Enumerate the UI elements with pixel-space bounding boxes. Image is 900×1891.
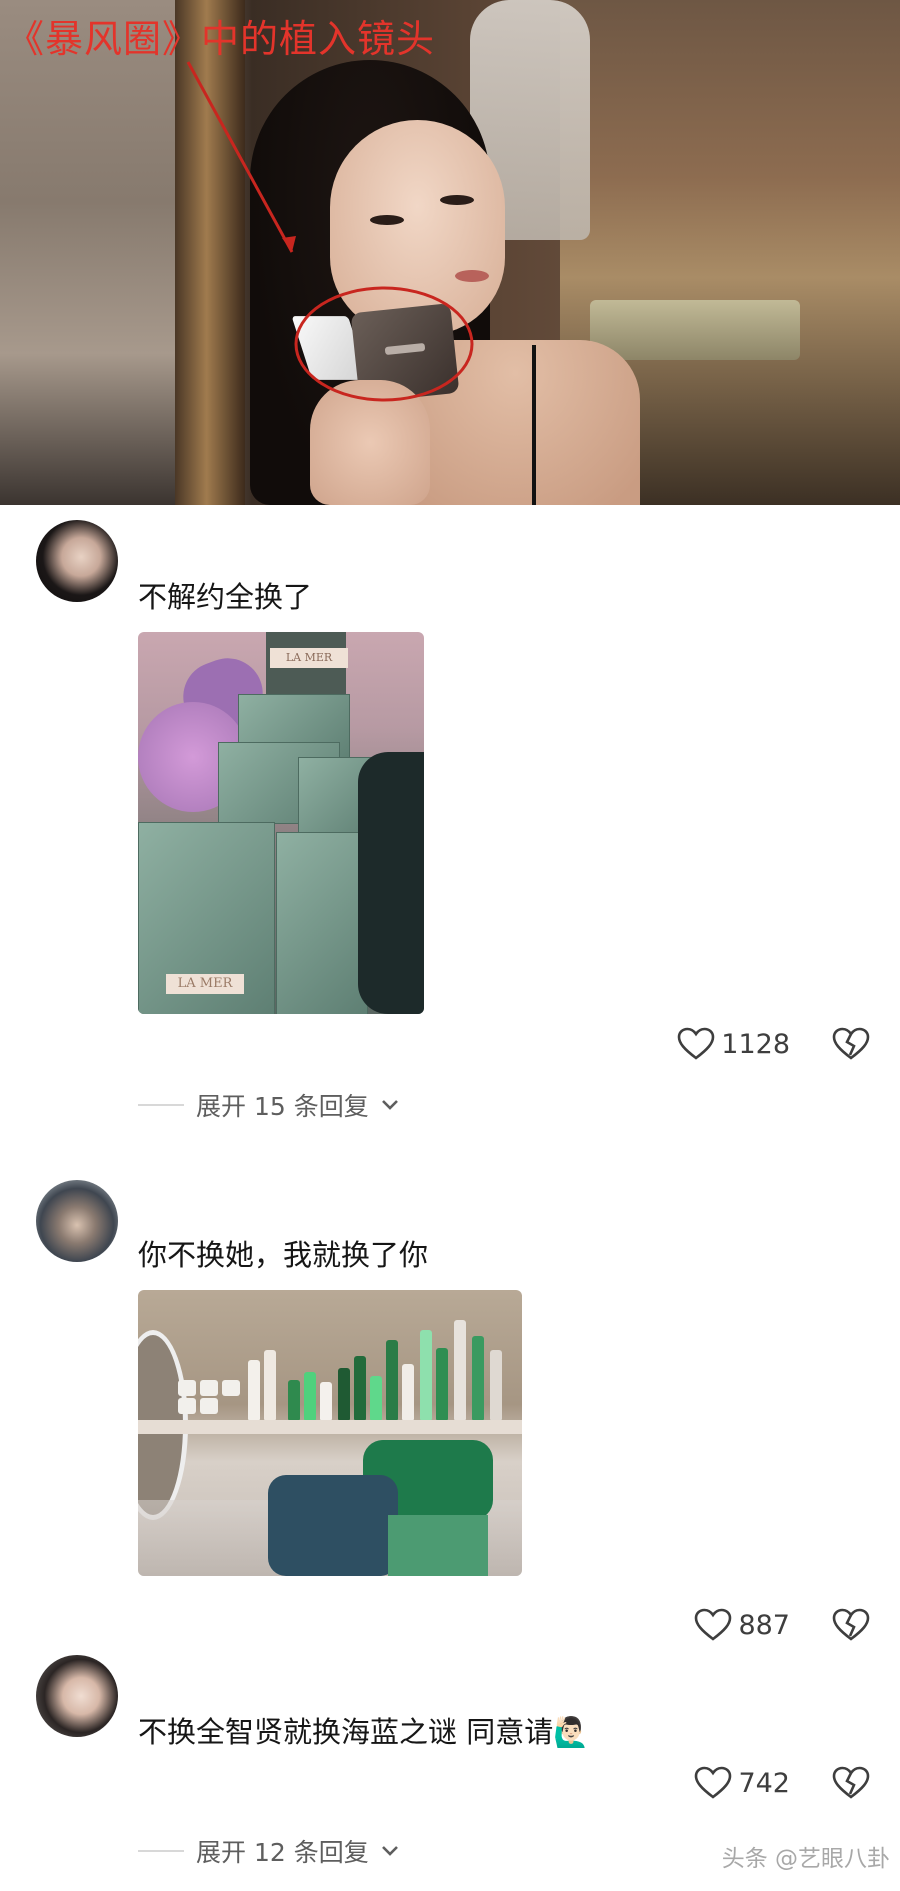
photo-jar — [200, 1380, 218, 1396]
annotation-overlay — [186, 61, 474, 402]
photo-shelf — [138, 1420, 522, 1434]
comment-item: 你不换她，我就换了你 887 — [0, 1180, 900, 1641]
photo-bottle — [264, 1350, 276, 1420]
photo-bottle — [370, 1376, 382, 1420]
photo-jar — [200, 1398, 218, 1414]
broken-heart-icon[interactable] — [832, 1027, 870, 1061]
photo-bottle — [454, 1320, 466, 1420]
photo-jar — [222, 1380, 240, 1396]
heart-outline-icon — [694, 1766, 732, 1800]
photo-bottle — [338, 1368, 350, 1420]
photo-jar — [178, 1380, 196, 1396]
avatar[interactable] — [36, 520, 118, 602]
avatar[interactable] — [36, 1180, 118, 1262]
avatar[interactable] — [36, 1655, 118, 1737]
photo-jar — [178, 1398, 196, 1414]
photo-bag — [358, 752, 424, 1014]
photo-green-box — [388, 1515, 488, 1576]
expand-replies-label: 展开 12 条回复 — [196, 1838, 369, 1867]
like-button[interactable]: 742 — [694, 1766, 790, 1800]
comment-actions: 1128 — [677, 1022, 870, 1066]
annotation-circle — [294, 286, 474, 402]
like-button[interactable]: 1128 — [677, 1027, 790, 1061]
photo-bottle — [402, 1364, 414, 1420]
comment-item: 不解约全换了 LA MER LA MER 1128 展开 15 条回复 — [0, 520, 900, 1140]
expand-replies[interactable]: 展开 12 条回复 — [138, 1833, 399, 1869]
comment-text: 不解约全换了 — [138, 580, 313, 614]
expand-replies[interactable]: 展开 15 条回复 — [138, 1087, 399, 1123]
comment-actions: 742 — [694, 1761, 870, 1805]
like-count: 742 — [738, 1767, 790, 1799]
broken-heart-icon[interactable] — [832, 1608, 870, 1642]
divider-line — [138, 1104, 184, 1106]
photo-bottle — [472, 1336, 484, 1420]
heart-outline-icon — [694, 1608, 732, 1642]
comment-photo[interactable]: LA MER LA MER — [138, 632, 424, 1014]
annotation-arrow — [186, 61, 294, 253]
photo-bottle — [320, 1382, 332, 1420]
watermark: 头条 @艺眼八卦 — [721, 1846, 890, 1872]
like-count: 1128 — [721, 1028, 790, 1060]
photo-bottle — [304, 1372, 316, 1420]
photo-bottle — [354, 1356, 366, 1420]
chevron-down-icon — [381, 1099, 399, 1111]
comment-text: 你不换她，我就换了你 — [138, 1238, 429, 1272]
photo-box — [276, 832, 368, 1014]
video-frame[interactable]: 《暴风圈》中的植入镜头 — [0, 0, 900, 505]
comment-text: 不换全智贤就换海蓝之谜 同意请🙋🏻‍♂️ — [138, 1715, 590, 1749]
photo-bottle — [490, 1350, 502, 1420]
broken-heart-icon[interactable] — [832, 1766, 870, 1800]
photo-box-label: LA MER — [166, 974, 244, 994]
photo-blue-bag — [268, 1475, 398, 1576]
expand-replies-label: 展开 15 条回复 — [196, 1092, 369, 1121]
heart-outline-icon — [677, 1027, 715, 1061]
hero-caption: 《暴风圈》中的植入镜头 — [6, 17, 436, 61]
photo-bottle — [386, 1340, 398, 1420]
photo-bottle — [288, 1380, 300, 1420]
photo-box-label: LA MER — [270, 648, 348, 668]
photo-bottle — [248, 1360, 260, 1420]
chevron-down-icon — [381, 1845, 399, 1857]
photo-bottle — [420, 1330, 432, 1420]
like-button[interactable]: 887 — [694, 1608, 790, 1642]
like-count: 887 — [738, 1609, 790, 1641]
photo-bottle — [436, 1348, 448, 1420]
comment-actions: 887 — [694, 1603, 870, 1647]
comment-photo[interactable] — [138, 1290, 522, 1576]
divider-line — [138, 1850, 184, 1852]
